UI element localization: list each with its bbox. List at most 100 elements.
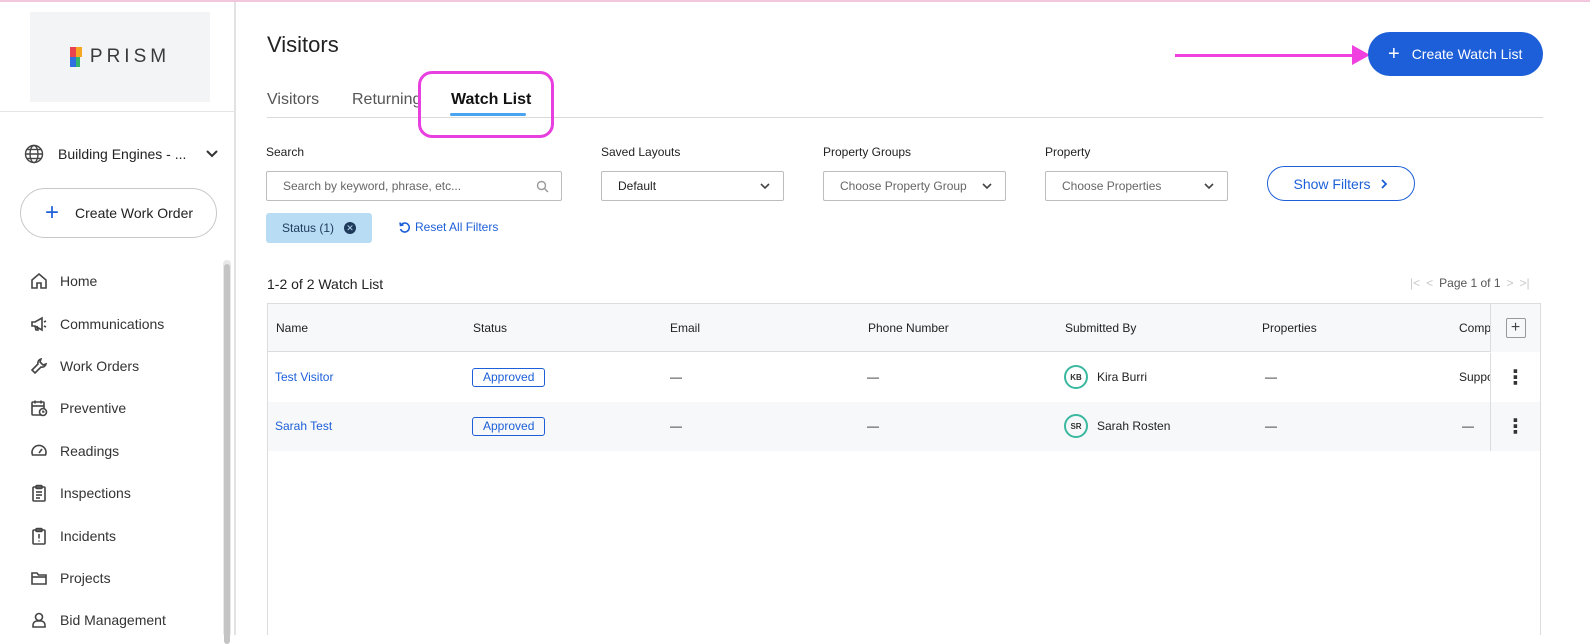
search-icon bbox=[536, 180, 549, 192]
plus-icon: + bbox=[1505, 318, 1526, 338]
property-select[interactable]: Choose Properties bbox=[1045, 171, 1228, 201]
phone-cell: — bbox=[867, 419, 879, 433]
sidebar-item-communications[interactable]: Communications bbox=[30, 302, 220, 344]
tab-visitors[interactable]: Visitors bbox=[267, 91, 319, 109]
prism-logo-icon bbox=[69, 47, 82, 67]
chevron-down-icon bbox=[760, 183, 770, 190]
scrollbar-thumb[interactable] bbox=[224, 264, 230, 644]
sidebar-item-label: Projects bbox=[60, 569, 111, 586]
column-header-status[interactable]: Status bbox=[473, 321, 507, 335]
sidebar-item-label: Inspections bbox=[60, 485, 131, 502]
first-page-icon[interactable]: |< bbox=[1410, 276, 1420, 290]
more-vert-icon[interactable]: ⋮ bbox=[1490, 353, 1540, 402]
email-cell: — bbox=[670, 419, 682, 433]
column-header-comp[interactable]: Comp bbox=[1459, 321, 1491, 335]
reset-icon bbox=[399, 221, 411, 233]
comp-cell: — bbox=[1462, 419, 1474, 433]
page-title: Visitors bbox=[267, 32, 339, 57]
calendar-clock-icon bbox=[31, 400, 48, 417]
results-count: 1-2 of 2 Watch List bbox=[267, 276, 384, 292]
property-value: Choose Properties bbox=[1062, 179, 1162, 193]
clipboard-icon bbox=[32, 484, 46, 502]
column-header-properties[interactable]: Properties bbox=[1262, 321, 1317, 335]
sidebar-item-work-orders[interactable]: Work Orders bbox=[30, 345, 220, 387]
create-work-order-label: Create Work Order bbox=[75, 205, 194, 221]
property-groups-value: Choose Property Group bbox=[840, 179, 967, 193]
sidebar-item-projects[interactable]: Projects bbox=[30, 557, 220, 599]
show-filters-button[interactable]: Show Filters bbox=[1267, 166, 1415, 201]
sidebar-item-home[interactable]: Home bbox=[30, 260, 220, 302]
chevron-right-icon bbox=[1380, 178, 1387, 189]
add-column-button[interactable]: + bbox=[1490, 304, 1540, 352]
close-icon[interactable]: ✕ bbox=[344, 222, 357, 234]
wrench-icon bbox=[30, 357, 48, 375]
sidebar-item-preventive[interactable]: Preventive bbox=[30, 387, 220, 429]
saved-layouts-select[interactable]: Default bbox=[601, 171, 784, 201]
properties-cell: — bbox=[1265, 419, 1277, 433]
sidebar-item-readings[interactable]: Readings bbox=[30, 430, 220, 472]
comp-cell: Suppo bbox=[1459, 370, 1494, 384]
avatar: KB bbox=[1064, 365, 1088, 389]
properties-cell: — bbox=[1265, 370, 1277, 384]
phone-cell: — bbox=[867, 370, 879, 384]
submitted-by-cell: Kira Burri bbox=[1097, 370, 1148, 384]
person-badge-icon bbox=[32, 613, 46, 629]
sidebar-item-label: Communications bbox=[60, 315, 165, 332]
create-watch-list-button[interactable]: + Create Watch List bbox=[1368, 32, 1543, 76]
annotation-arrow bbox=[1175, 54, 1355, 57]
status-badge: Approved bbox=[472, 368, 546, 387]
column-header-email[interactable]: Email bbox=[670, 321, 700, 335]
reset-filters-link[interactable]: Reset All Filters bbox=[398, 220, 498, 234]
sidebar-scrollbar[interactable] bbox=[223, 260, 231, 644]
reset-filters-label: Reset All Filters bbox=[415, 220, 499, 234]
visitor-name-link[interactable]: Test Visitor bbox=[275, 370, 333, 384]
avatar: SR bbox=[1064, 414, 1088, 438]
email-cell: — bbox=[670, 370, 682, 384]
next-page-icon[interactable]: > bbox=[1507, 276, 1514, 290]
property-label: Property bbox=[1045, 145, 1091, 159]
sidebar-item-inspections[interactable]: Inspections bbox=[30, 472, 220, 514]
sidebar-item-incidents[interactable]: Incidents bbox=[30, 514, 220, 556]
alert-clipboard-icon bbox=[32, 527, 46, 545]
sidebar: PRISM Building Engines - ... + Create Wo… bbox=[0, 2, 236, 644]
create-watch-list-label: Create Watch List bbox=[1411, 46, 1523, 62]
column-header-phone[interactable]: Phone Number bbox=[868, 321, 949, 335]
chevron-down-icon bbox=[982, 183, 992, 190]
create-work-order-button[interactable]: + Create Work Order bbox=[20, 188, 217, 238]
status-filter-chip[interactable]: Status (1) ✕ bbox=[266, 213, 372, 243]
chevron-down-icon bbox=[1204, 183, 1214, 190]
sidebar-item-label: Incidents bbox=[60, 527, 117, 544]
column-header-name[interactable]: Name bbox=[276, 321, 308, 335]
globe-icon bbox=[24, 144, 44, 164]
folder-icon bbox=[31, 572, 47, 585]
search-label: Search bbox=[266, 145, 305, 159]
sidebar-item-label: Preventive bbox=[60, 400, 127, 417]
table-header: Name Status Email Phone Number Submitted… bbox=[268, 304, 1540, 352]
tab-returning[interactable]: Returning bbox=[352, 91, 421, 109]
prev-page-icon[interactable]: < bbox=[1426, 276, 1433, 290]
brand-logo[interactable]: PRISM bbox=[30, 12, 210, 102]
sidebar-item-bid-management[interactable]: Bid Management bbox=[30, 599, 220, 641]
watch-list-table: Name Status Email Phone Number Submitted… bbox=[267, 303, 1541, 635]
organization-selector[interactable]: Building Engines - ... bbox=[24, 142, 219, 166]
table-row[interactable]: Sarah Test Approved — — SR Sarah Rosten … bbox=[268, 402, 1540, 451]
organization-name: Building Engines - ... bbox=[58, 146, 187, 162]
annotation-highlight-box bbox=[418, 71, 554, 138]
saved-layouts-label: Saved Layouts bbox=[601, 145, 681, 159]
property-groups-label: Property Groups bbox=[823, 145, 912, 159]
pagination: |< < Page 1 of 1 > >| bbox=[1410, 276, 1530, 290]
sidebar-nav: Home Communications Work Orders Preventi… bbox=[30, 260, 220, 642]
visitor-name-link[interactable]: Sarah Test bbox=[275, 419, 332, 433]
megaphone-icon bbox=[31, 316, 47, 331]
sidebar-item-label: Bid Management bbox=[60, 612, 166, 629]
search-input[interactable]: Search by keyword, phrase, etc... bbox=[266, 171, 562, 201]
property-groups-select[interactable]: Choose Property Group bbox=[823, 171, 1006, 201]
plus-icon: + bbox=[45, 199, 60, 226]
column-header-submitted-by[interactable]: Submitted By bbox=[1065, 321, 1136, 335]
table-row[interactable]: Test Visitor Approved — — KB Kira Burri … bbox=[268, 353, 1540, 402]
more-vert-icon[interactable]: ⋮ bbox=[1490, 402, 1540, 451]
sidebar-item-label: Home bbox=[60, 273, 98, 290]
sidebar-item-label: Work Orders bbox=[60, 357, 140, 374]
saved-layouts-value: Default bbox=[618, 179, 657, 193]
last-page-icon[interactable]: >| bbox=[1520, 276, 1530, 290]
